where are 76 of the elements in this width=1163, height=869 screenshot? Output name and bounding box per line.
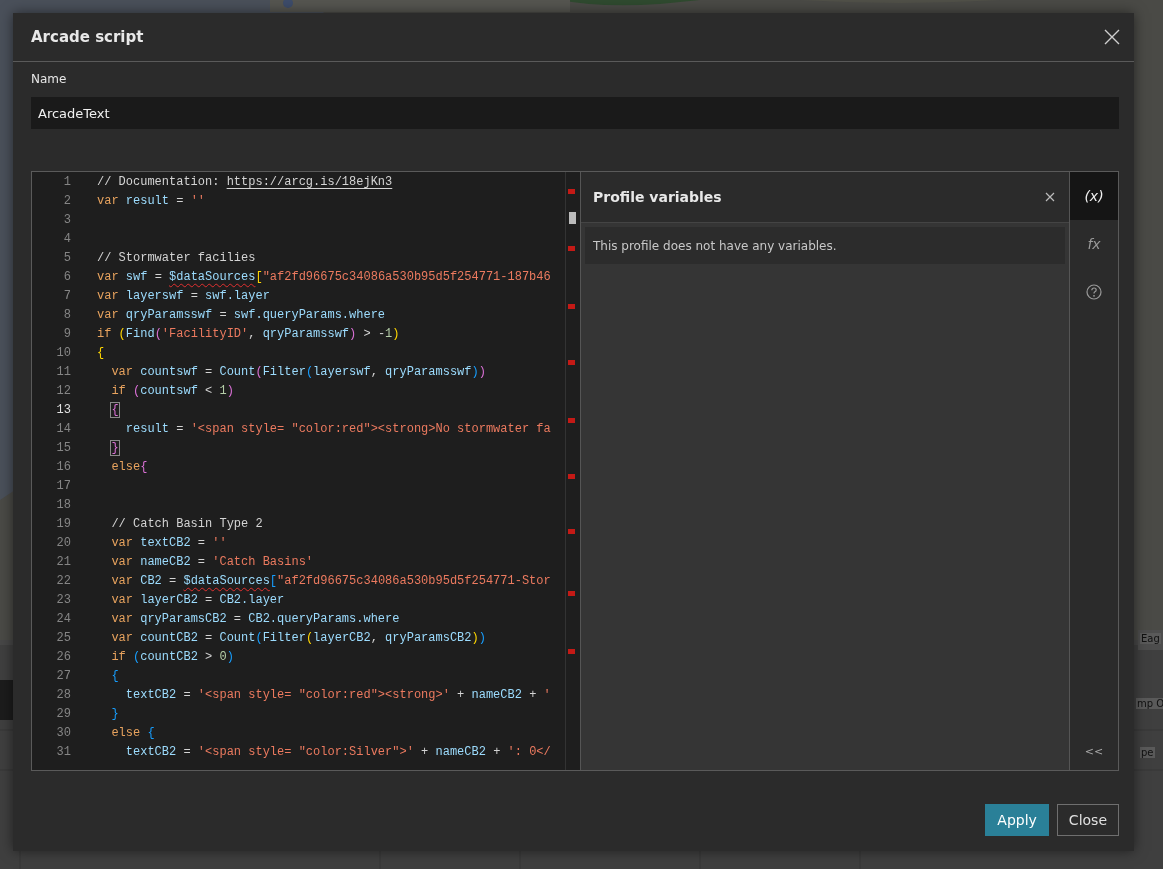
code-line: { (97, 345, 105, 362)
code-line: var result = '' (97, 193, 206, 210)
line-number: 8 (62, 307, 71, 324)
line-number: 20 (55, 535, 71, 552)
line-number: 3 (62, 212, 71, 229)
line-number: 27 (55, 668, 71, 685)
line-number: 4 (62, 231, 71, 248)
code-line: var textCB2 = '' (110, 535, 227, 552)
code-line: } (110, 706, 119, 723)
line-number: 10 (55, 345, 71, 362)
close-icon[interactable] (1045, 192, 1055, 202)
name-field[interactable]: ArcadeText (31, 97, 1119, 129)
line-number: 12 (55, 383, 71, 400)
code-line: var nameCB2 = 'Catch Basins' (110, 554, 314, 571)
functions-tab[interactable]: fx (1070, 220, 1118, 268)
code-line: textCB2 = '<span style= "color:Silver">' + nameCB2 + ': 0</ (124, 744, 551, 761)
line-number: 2 (62, 193, 71, 210)
line-number: 13 (55, 402, 71, 419)
line-number: 24 (55, 611, 71, 628)
code-line: if (countswf < 1) (110, 383, 234, 400)
close-button[interactable]: Close (1056, 804, 1119, 836)
field-label: Name (31, 72, 68, 86)
line-number: 30 (55, 725, 71, 742)
line-number: 6 (62, 269, 71, 286)
code-line: var CB2 = $dataSources["af2fd96675c34086a530b95d5f254771-Stor (110, 573, 551, 590)
help-icon (1086, 284, 1102, 300)
line-number: 31 (55, 744, 71, 761)
code-editor[interactable] (32, 172, 580, 770)
panel-title: Profile variables (593, 189, 722, 205)
apply-button[interactable]: Apply (985, 804, 1049, 836)
code-line: var countCB2 = Count(Filter(layerCB2, qryParamsCB2)) (110, 630, 486, 647)
code-line: textCB2 = '<span style= "color:red"><strong>' + nameCB2 + ' (124, 687, 551, 704)
background-text: Eag (1140, 633, 1161, 644)
line-number: 16 (55, 459, 71, 476)
line-number: 1 (62, 174, 71, 191)
empty-message: This profile does not have any variables. (585, 227, 1065, 264)
code-line: var layerCB2 = CB2.layer (110, 592, 285, 609)
code-line: else { (110, 725, 155, 742)
code-link[interactable]: https://arcg.is/18ejKn3 (226, 175, 393, 189)
code-line: else{ (110, 459, 148, 476)
line-number: 28 (55, 687, 71, 704)
code-line: // Stormwater facilies (97, 250, 256, 267)
code-line: if (countCB2 > 0) (110, 649, 234, 666)
line-number: 11 (55, 364, 71, 381)
code-line: { (110, 668, 119, 685)
background-text: mp O (1136, 698, 1163, 709)
code-line: { (110, 402, 119, 419)
dialog-title: Arcade script (31, 28, 144, 46)
line-number: 15 (55, 440, 71, 457)
line-number: 5 (62, 250, 71, 267)
code-line: // Catch Basin Type 2 (110, 516, 263, 533)
line-number: 19 (55, 516, 71, 533)
code-line: if (Find('FacilityID', qryParamsswf) > -1) (97, 326, 400, 343)
code-line: var qryParamsswf = swf.queryParams.where (97, 307, 386, 324)
line-number: 9 (62, 326, 71, 343)
line-number: 29 (55, 706, 71, 723)
line-number: 14 (55, 421, 71, 438)
line-number: 23 (55, 592, 71, 609)
line-number: 18 (55, 497, 71, 514)
code-line: result = '<span style= "color:red"><strong>No stormwater fa (124, 421, 551, 438)
code-line: var countswf = Count(Filter(layerswf, qryParamsswf)) (110, 364, 486, 381)
code-line: var swf = $dataSources["af2fd96675c34086a530b95d5f254771-187b46 (97, 269, 551, 286)
code-line: // Documentation: https://arcg.is/18ejKn3 (97, 174, 393, 191)
line-number: 26 (55, 649, 71, 666)
close-icon[interactable] (1104, 29, 1120, 45)
background-text: pe (1140, 747, 1155, 758)
line-number: 22 (55, 573, 71, 590)
line-number: 21 (55, 554, 71, 571)
variables-tab[interactable]: (x) (1070, 172, 1118, 220)
code-line: var layerswf = swf.layer (97, 288, 270, 305)
code-line: var qryParamsCB2 = CB2.queryParams.where (110, 611, 400, 628)
code-line: } (110, 440, 119, 457)
line-number: 7 (62, 288, 71, 305)
line-number: 17 (55, 478, 71, 495)
collapse-button[interactable]: << (1080, 743, 1108, 760)
line-number: 25 (55, 630, 71, 647)
